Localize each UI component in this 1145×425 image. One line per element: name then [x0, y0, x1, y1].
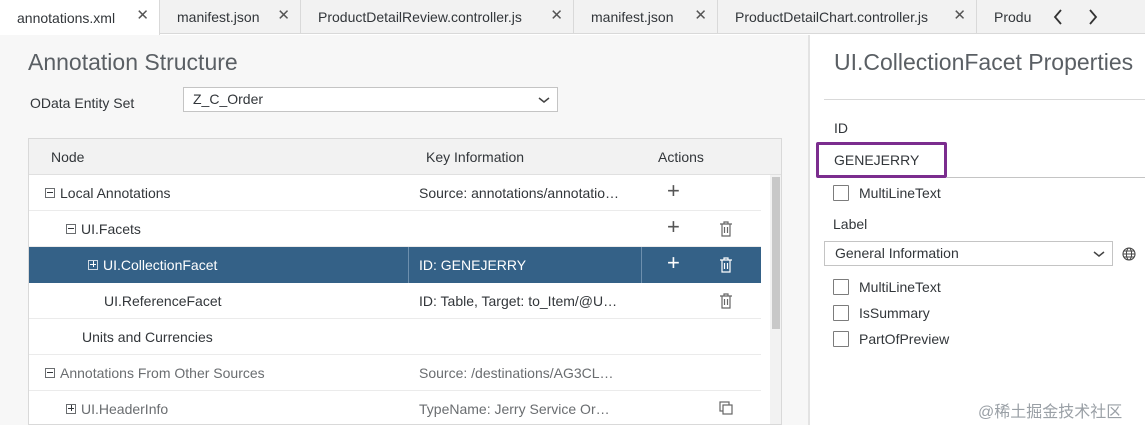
id-input-underline — [947, 177, 1145, 178]
chevron-down-icon — [537, 88, 551, 117]
id-label: ID — [834, 120, 848, 136]
key-info: TypeName: Jerry Service Or… — [419, 401, 610, 417]
node-label: UI.ReferenceFacet — [104, 293, 222, 309]
add-icon[interactable]: + — [667, 251, 680, 275]
add-icon[interactable]: + — [667, 215, 680, 239]
key-info: Source: /destinations/AG3CL… — [419, 365, 614, 381]
tab-label: ProductDetailChart.controller.js — [735, 9, 928, 25]
chevron-left-icon[interactable] — [1043, 0, 1073, 34]
tab-label: manifest.json — [591, 9, 674, 25]
tab-produ[interactable]: Produ — [977, 0, 1041, 34]
key-info: Source: annotations/annotatio… — [419, 185, 620, 201]
table-row[interactable]: UI.ReferenceFacet ID: Table, Target: to_… — [29, 283, 761, 319]
tree-node: UI.HeaderInfo — [66, 401, 168, 417]
tree-node: UI.Facets — [66, 221, 141, 237]
tree-node: Local Annotations — [45, 185, 171, 201]
table-row[interactable]: UI.Facets + — [29, 211, 761, 247]
checkbox[interactable] — [833, 185, 849, 201]
table-row[interactable]: Local Annotations Source: annotations/an… — [29, 175, 761, 211]
issummary-checkbox[interactable]: IsSummary — [833, 305, 930, 321]
tab-label: Produ — [994, 9, 1032, 25]
entity-set-label: OData Entity Set — [30, 95, 135, 111]
tree-node: Annotations From Other Sources — [45, 365, 265, 381]
checkbox[interactable] — [833, 331, 849, 347]
checkbox-label: PartOfPreview — [859, 331, 950, 347]
watermark: @稀土掘金技术社区 — [978, 404, 1123, 421]
tab-manifest-json-2[interactable]: manifest.json ✕ — [574, 0, 718, 34]
tab-productdetailreview-controller[interactable]: ProductDetailReview.controller.js ✕ — [301, 0, 574, 34]
annotation-structure-pane: Annotation Structure OData Entity Set Z_… — [0, 35, 808, 425]
node-label: Local Annotations — [60, 185, 171, 201]
globe-icon[interactable] — [1122, 247, 1136, 261]
collapse-icon[interactable] — [66, 224, 76, 234]
entity-set-select[interactable]: Z_C_Order — [183, 87, 558, 112]
entity-set-value: Z_C_Order — [193, 91, 264, 107]
checkbox-label: MultiLineText — [859, 185, 941, 201]
table-row[interactable]: Annotations From Other Sources Source: /… — [29, 355, 761, 391]
close-icon[interactable]: ✕ — [694, 8, 707, 24]
editor-tab-bar: annotations.xml ✕ manifest.json ✕ Produc… — [0, 0, 1145, 35]
id-value: GENEJERRY — [834, 152, 920, 168]
table-row-selected[interactable]: UI.CollectionFacet ID: GENEJERRY + — [29, 247, 761, 283]
column-divider — [641, 247, 642, 283]
scrollbar-thumb[interactable] — [772, 177, 780, 329]
table-row[interactable]: UI.HeaderInfo TypeName: Jerry Service Or… — [29, 391, 761, 424]
tree-node: UI.CollectionFacet — [88, 257, 217, 273]
column-header-actions[interactable]: Actions — [658, 149, 704, 165]
node-label: Units and Currencies — [82, 329, 213, 345]
checkbox[interactable] — [833, 279, 849, 295]
key-info: ID: Table, Target: to_Item/@U… — [419, 293, 618, 309]
expand-icon[interactable] — [66, 404, 76, 414]
multiline-checkbox-1[interactable]: MultiLineText — [833, 185, 941, 201]
delete-icon[interactable] — [719, 221, 735, 237]
id-input[interactable]: GENEJERRY — [816, 142, 947, 178]
chevron-right-icon[interactable] — [1078, 0, 1108, 34]
checkbox[interactable] — [833, 305, 849, 321]
add-icon[interactable]: + — [667, 179, 680, 203]
column-header-key[interactable]: Key Information — [426, 149, 524, 165]
close-icon[interactable]: ✕ — [277, 8, 290, 24]
delete-icon[interactable] — [719, 293, 735, 309]
tab-manifest-json[interactable]: manifest.json ✕ — [160, 0, 301, 34]
close-icon[interactable]: ✕ — [550, 8, 563, 24]
chevron-down-icon — [1092, 242, 1106, 271]
delete-icon[interactable] — [719, 257, 735, 273]
tab-label: ProductDetailReview.controller.js — [318, 9, 522, 25]
column-header-node[interactable]: Node — [51, 149, 84, 165]
node-label: UI.CollectionFacet — [103, 257, 218, 273]
close-icon[interactable]: ✕ — [953, 8, 966, 24]
properties-title: UI.CollectionFacet Properties — [834, 49, 1134, 75]
tab-label: annotations.xml — [17, 9, 116, 26]
page-title: Annotation Structure — [28, 49, 238, 75]
multiline-checkbox-2[interactable]: MultiLineText — [833, 279, 941, 295]
label-select[interactable]: General Information — [824, 241, 1113, 266]
close-icon[interactable]: ✕ — [136, 8, 149, 24]
column-divider — [408, 247, 409, 283]
table-header: Node Key Information Actions — [29, 139, 781, 175]
label-field-label: Label — [833, 216, 868, 232]
partofpreview-checkbox[interactable]: PartOfPreview — [833, 331, 949, 347]
table-row[interactable]: Units and Currencies — [29, 319, 761, 355]
properties-pane: UI.CollectionFacet Properties ID GENEJER… — [810, 35, 1145, 425]
key-info: ID: GENEJERRY — [419, 257, 527, 273]
annotation-tree-table: Node Key Information Actions Local Annot… — [28, 138, 782, 425]
node-label: UI.Facets — [81, 221, 141, 237]
collapse-icon[interactable] — [45, 188, 55, 198]
tab-productdetailchart-controller[interactable]: ProductDetailChart.controller.js ✕ — [718, 0, 977, 34]
collapse-icon[interactable] — [45, 368, 55, 378]
checkbox-label: IsSummary — [859, 305, 930, 321]
node-label: Annotations From Other Sources — [60, 365, 265, 381]
checkbox-label: MultiLineText — [859, 279, 941, 295]
copy-icon[interactable] — [719, 401, 735, 417]
divider — [824, 99, 1145, 100]
node-label: UI.HeaderInfo — [81, 401, 169, 417]
tab-label: manifest.json — [177, 9, 260, 25]
table-scrollbar[interactable] — [770, 175, 781, 424]
label-select-value: General Information — [835, 245, 959, 261]
tab-annotations-xml[interactable]: annotations.xml ✕ — [0, 0, 160, 35]
expand-icon[interactable] — [88, 260, 98, 270]
